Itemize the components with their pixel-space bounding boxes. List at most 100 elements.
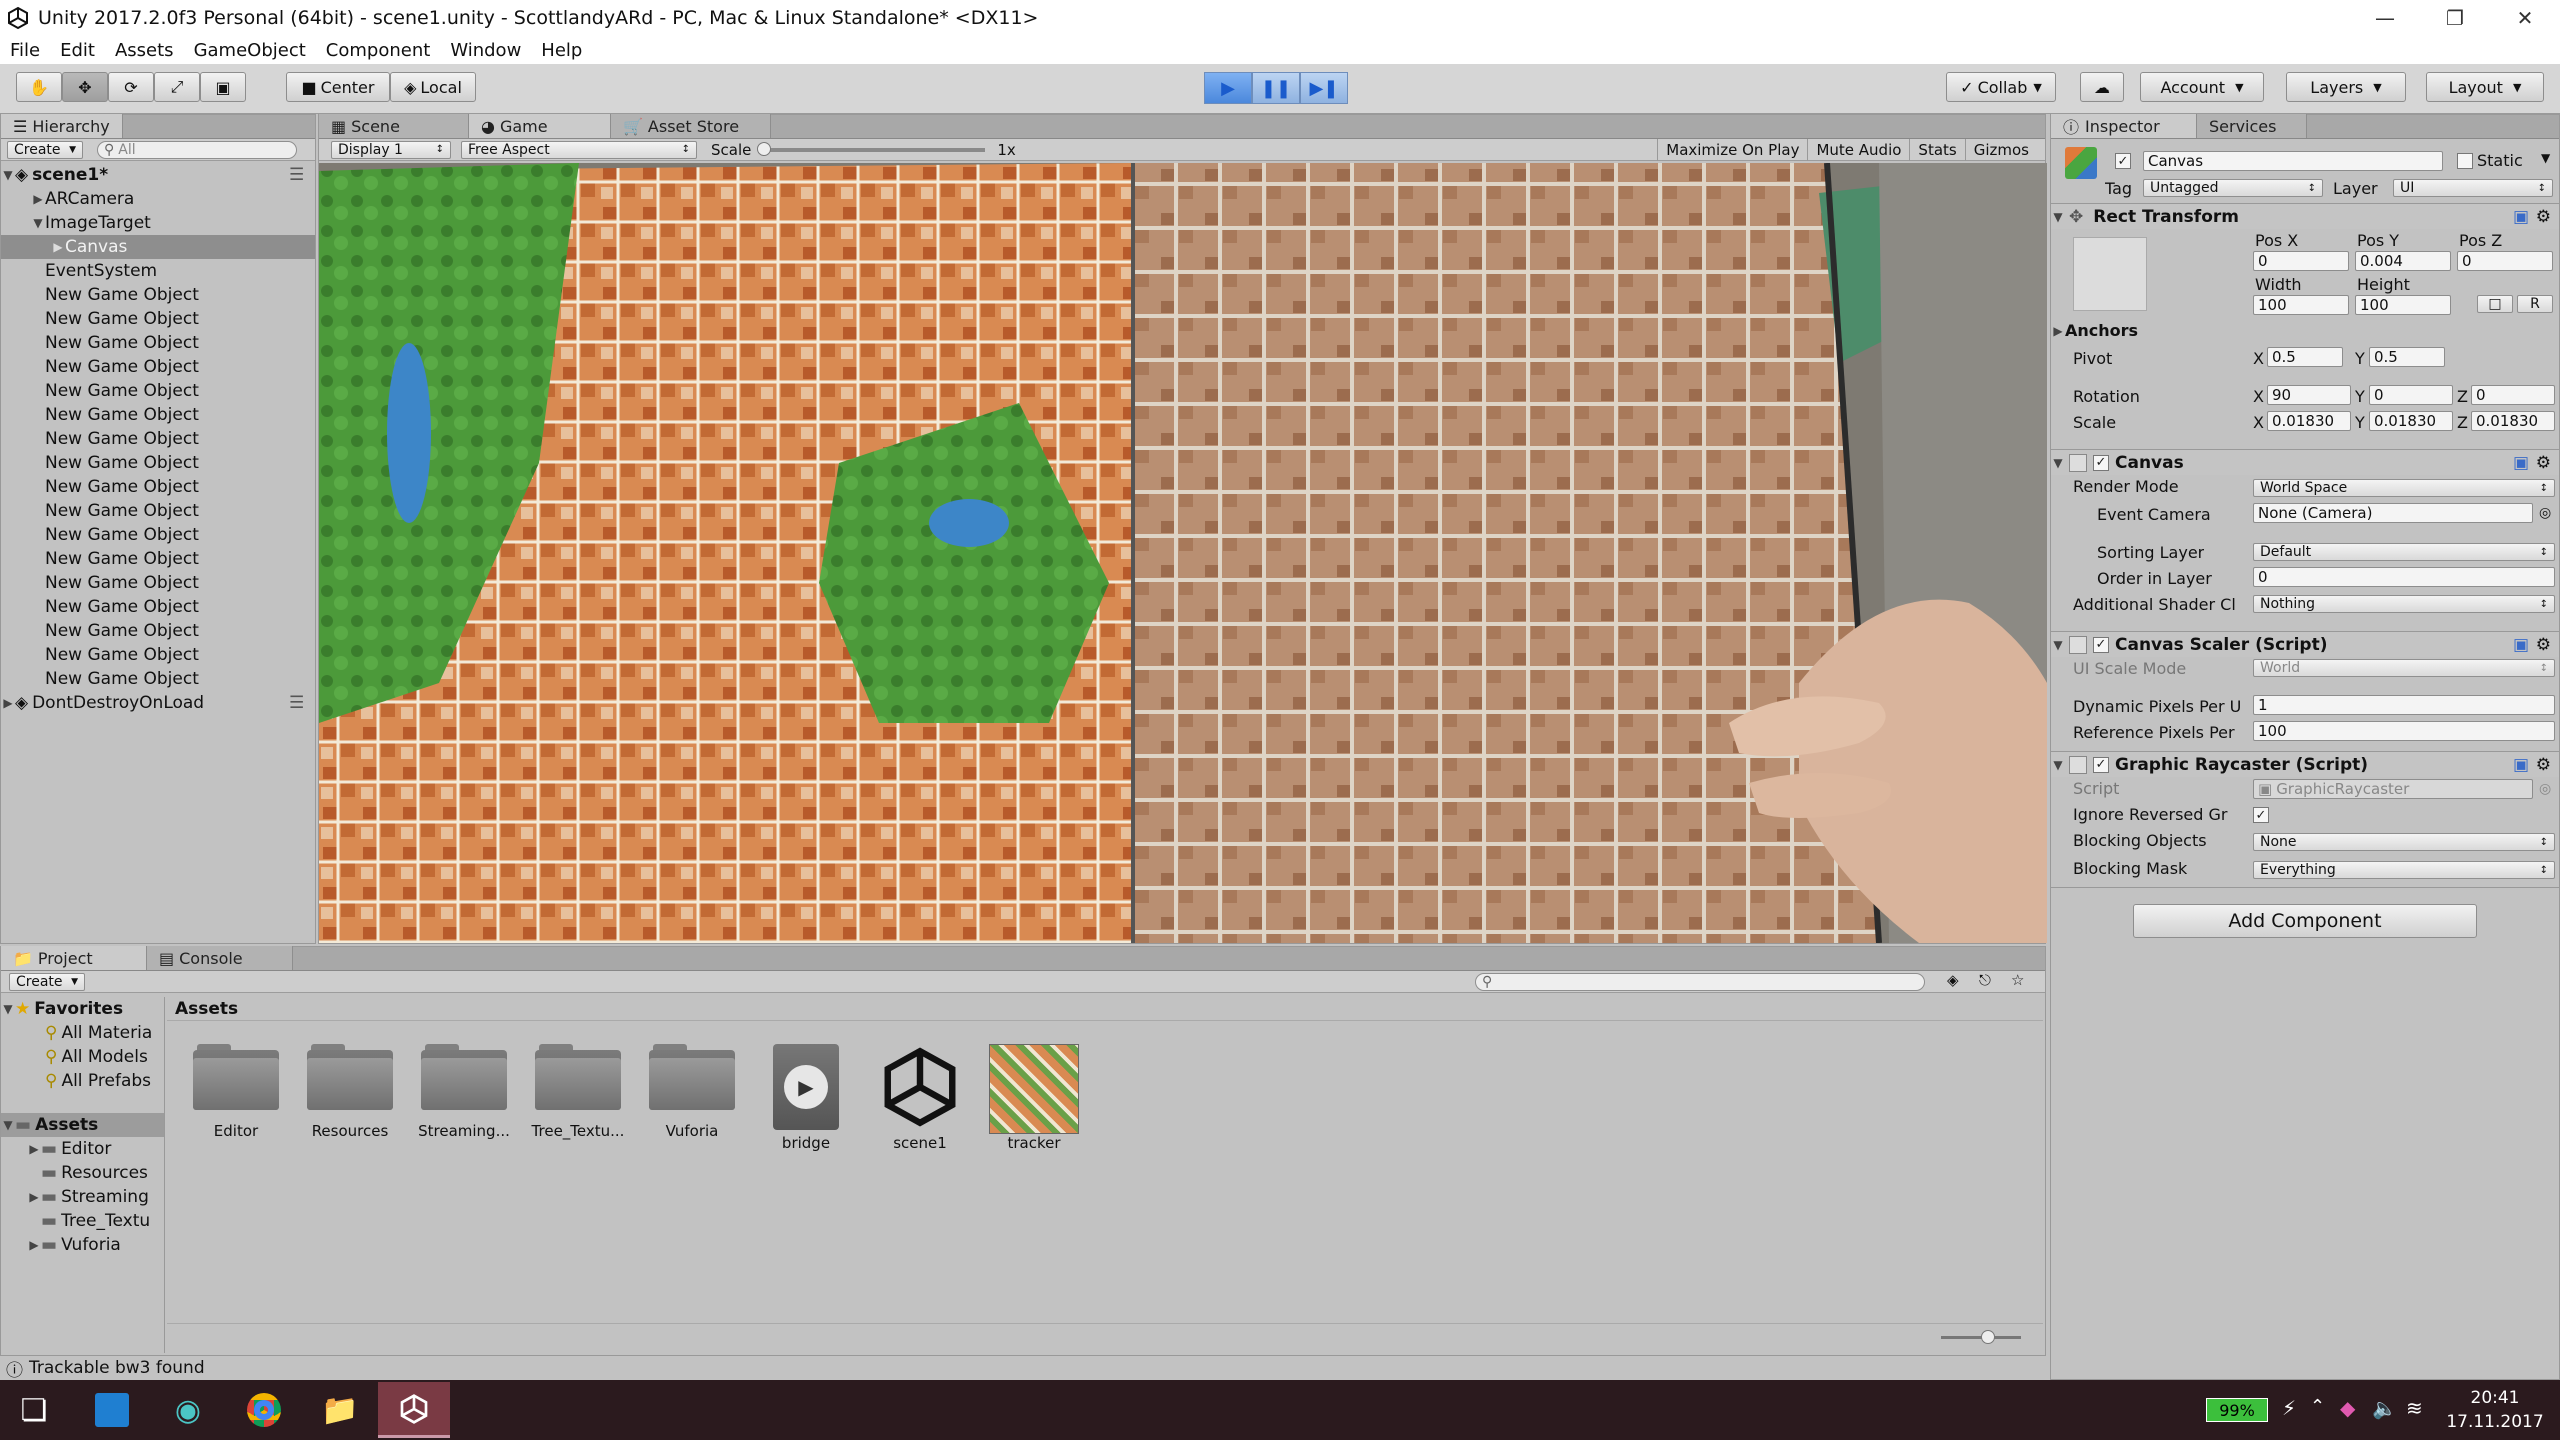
menu-window[interactable]: Window: [440, 40, 531, 61]
hierarchy-item[interactable]: New Game Object: [1, 307, 315, 331]
favorite-item[interactable]: ⚲ All Materia: [1, 1021, 164, 1045]
aspect-dropdown[interactable]: Free Aspect ↕: [461, 140, 697, 159]
hierarchy-item[interactable]: New Game Object: [1, 571, 315, 595]
event-camera-field[interactable]: None (Camera): [2253, 503, 2533, 523]
rotate-tool-button[interactable]: ⟳: [108, 72, 154, 102]
gear-icon[interactable]: ⚙: [2536, 453, 2551, 473]
assets-root-row[interactable]: ▼ ▬ Assets: [1, 1113, 164, 1137]
additional-shader-dropdown[interactable]: Nothing ↕: [2253, 595, 2555, 613]
taskbar-trello[interactable]: [82, 1382, 142, 1438]
gear-icon[interactable]: ⚙: [2536, 755, 2551, 775]
tab-game[interactable]: ◕ Game: [469, 114, 611, 138]
wifi-icon[interactable]: ≋: [2406, 1396, 2423, 1420]
anchor-preset-box[interactable]: [2073, 237, 2147, 311]
hierarchy-item[interactable]: New Game Object: [1, 619, 315, 643]
taskbar-chrome[interactable]: [234, 1382, 294, 1438]
rot-y-field[interactable]: 0: [2369, 385, 2453, 405]
collapsed-triangle-icon[interactable]: ▶: [31, 192, 45, 206]
tab-services[interactable]: Services: [2197, 114, 2307, 138]
hierarchy-item-arcamera[interactable]: ▶ ARCamera: [1, 187, 315, 211]
asset-texture-tracker[interactable]: tracker: [984, 1044, 1084, 1152]
pivot-center-button[interactable]: ■ Center: [286, 72, 390, 102]
posx-field[interactable]: 0: [2253, 251, 2349, 271]
help-book-icon[interactable]: ▣: [2513, 635, 2529, 655]
game-camera-feed[interactable]: [319, 163, 2047, 943]
hierarchy-item[interactable]: New Game Object: [1, 523, 315, 547]
display-dropdown[interactable]: Display 1 ↕: [331, 140, 451, 159]
favorites-row[interactable]: ▼ ★ Favorites: [1, 997, 164, 1021]
scale-y-field[interactable]: 0.01830: [2369, 411, 2453, 431]
hierarchy-search-input[interactable]: ⚲ All: [97, 140, 297, 159]
asset-folder-resources[interactable]: Resources: [300, 1044, 400, 1140]
hierarchy-create-dropdown[interactable]: Create ▼: [7, 140, 83, 159]
scene-menu-icon[interactable]: ☰: [289, 693, 304, 713]
minimize-button[interactable]: —: [2350, 0, 2420, 36]
project-create-dropdown[interactable]: Create ▼: [9, 972, 85, 991]
collapsed-triangle-icon[interactable]: ▶: [27, 1238, 41, 1252]
layers-dropdown[interactable]: Layers ▼: [2286, 72, 2406, 102]
pause-button[interactable]: ❚❚: [1252, 72, 1300, 104]
expand-triangle-icon[interactable]: ▼: [2051, 638, 2065, 652]
tab-hierarchy[interactable]: ☰ Hierarchy: [1, 114, 123, 138]
asset-folder-editor[interactable]: Editor: [186, 1044, 286, 1140]
hierarchy-item[interactable]: EventSystem: [1, 259, 315, 283]
help-book-icon[interactable]: ▣: [2513, 207, 2529, 227]
tree-folder[interactable]: ▬ Resources: [1, 1161, 164, 1185]
scene-row[interactable]: ▼ ◈ scene1* ☰: [1, 163, 315, 187]
tree-folder[interactable]: ▶ ▬ Editor: [1, 1137, 164, 1161]
hierarchy-item[interactable]: New Game Object: [1, 451, 315, 475]
collapsed-triangle-icon[interactable]: ▶: [27, 1142, 41, 1156]
stats-toggle[interactable]: Stats: [1909, 139, 1964, 161]
static-checkbox[interactable]: [2457, 153, 2473, 169]
reference-pixels-field[interactable]: 100: [2253, 721, 2555, 741]
rect-tool-button[interactable]: ▣: [200, 72, 246, 102]
collapsed-triangle-icon[interactable]: ▶: [2051, 324, 2065, 338]
status-bar[interactable]: ⓘ Trackable bw3 found: [0, 1356, 2050, 1381]
tab-console[interactable]: ▤ Console: [147, 946, 293, 970]
filter-by-label-icon[interactable]: ⎋: [1979, 971, 1991, 989]
posz-field[interactable]: 0: [2457, 251, 2553, 271]
start-button[interactable]: ❏: [4, 1382, 64, 1438]
tab-asset-store[interactable]: 🛒 Asset Store: [611, 114, 771, 138]
hierarchy-item[interactable]: New Game Object: [1, 403, 315, 427]
graphic-raycaster-header[interactable]: ▼ ✓ Graphic Raycaster (Script) ▣ ⚙: [2051, 751, 2559, 777]
maximize-button[interactable]: ❐: [2420, 0, 2490, 36]
posy-field[interactable]: 0.004: [2355, 251, 2451, 271]
favorite-item[interactable]: ⚲ All Models: [1, 1045, 164, 1069]
taskbar-file-explorer[interactable]: 📁: [310, 1382, 370, 1438]
gear-icon[interactable]: ⚙: [2536, 635, 2551, 655]
move-tool-button[interactable]: ✥: [62, 72, 108, 102]
collapsed-triangle-icon[interactable]: ▶: [27, 1190, 41, 1204]
collapsed-triangle-icon[interactable]: ▶: [51, 240, 65, 254]
hierarchy-item[interactable]: New Game Object: [1, 643, 315, 667]
asset-folder-tree-textures[interactable]: Tree_Textu...: [528, 1044, 628, 1140]
hierarchy-item[interactable]: New Game Object: [1, 547, 315, 571]
blocking-mask-dropdown[interactable]: Everything ↕: [2253, 861, 2555, 879]
width-field[interactable]: 100: [2253, 295, 2349, 315]
favorite-item[interactable]: ⚲ All Prefabs: [1, 1069, 164, 1093]
rot-z-field[interactable]: 0: [2471, 385, 2555, 405]
blueprint-mode-button[interactable]: □: [2477, 295, 2513, 313]
play-button[interactable]: ▶: [1204, 72, 1252, 104]
active-checkbox[interactable]: ✓: [2115, 153, 2131, 169]
tag-dropdown[interactable]: Untagged ↕: [2143, 179, 2323, 197]
hierarchy-item[interactable]: New Game Object: [1, 355, 315, 379]
pivot-x-field[interactable]: 0.5: [2267, 347, 2343, 367]
expand-triangle-icon[interactable]: ▼: [1, 1002, 15, 1016]
battery-indicator[interactable]: 99%: [2206, 1398, 2268, 1422]
blocking-objects-dropdown[interactable]: None ↕: [2253, 833, 2555, 851]
filter-by-type-icon[interactable]: ◈: [1947, 971, 1959, 989]
taskbar-app[interactable]: ◉: [158, 1382, 218, 1438]
hierarchy-item[interactable]: New Game Object: [1, 331, 315, 355]
tab-inspector[interactable]: ⓘ Inspector: [2051, 114, 2197, 138]
hierarchy-item[interactable]: New Game Object: [1, 499, 315, 523]
clock[interactable]: 20:41 17.11.2017: [2440, 1386, 2550, 1434]
menu-file[interactable]: File: [0, 40, 50, 61]
gear-icon[interactable]: ⚙: [2536, 207, 2551, 227]
canvas-scaler-header[interactable]: ▼ ✓ Canvas Scaler (Script) ▣ ⚙: [2051, 631, 2559, 657]
menu-help[interactable]: Help: [531, 40, 592, 61]
layout-dropdown[interactable]: Layout ▼: [2426, 72, 2544, 102]
assets-breadcrumb-label[interactable]: Assets: [175, 999, 238, 1019]
help-book-icon[interactable]: ▣: [2513, 453, 2529, 473]
speaker-icon[interactable]: 🔈: [2372, 1396, 2397, 1420]
